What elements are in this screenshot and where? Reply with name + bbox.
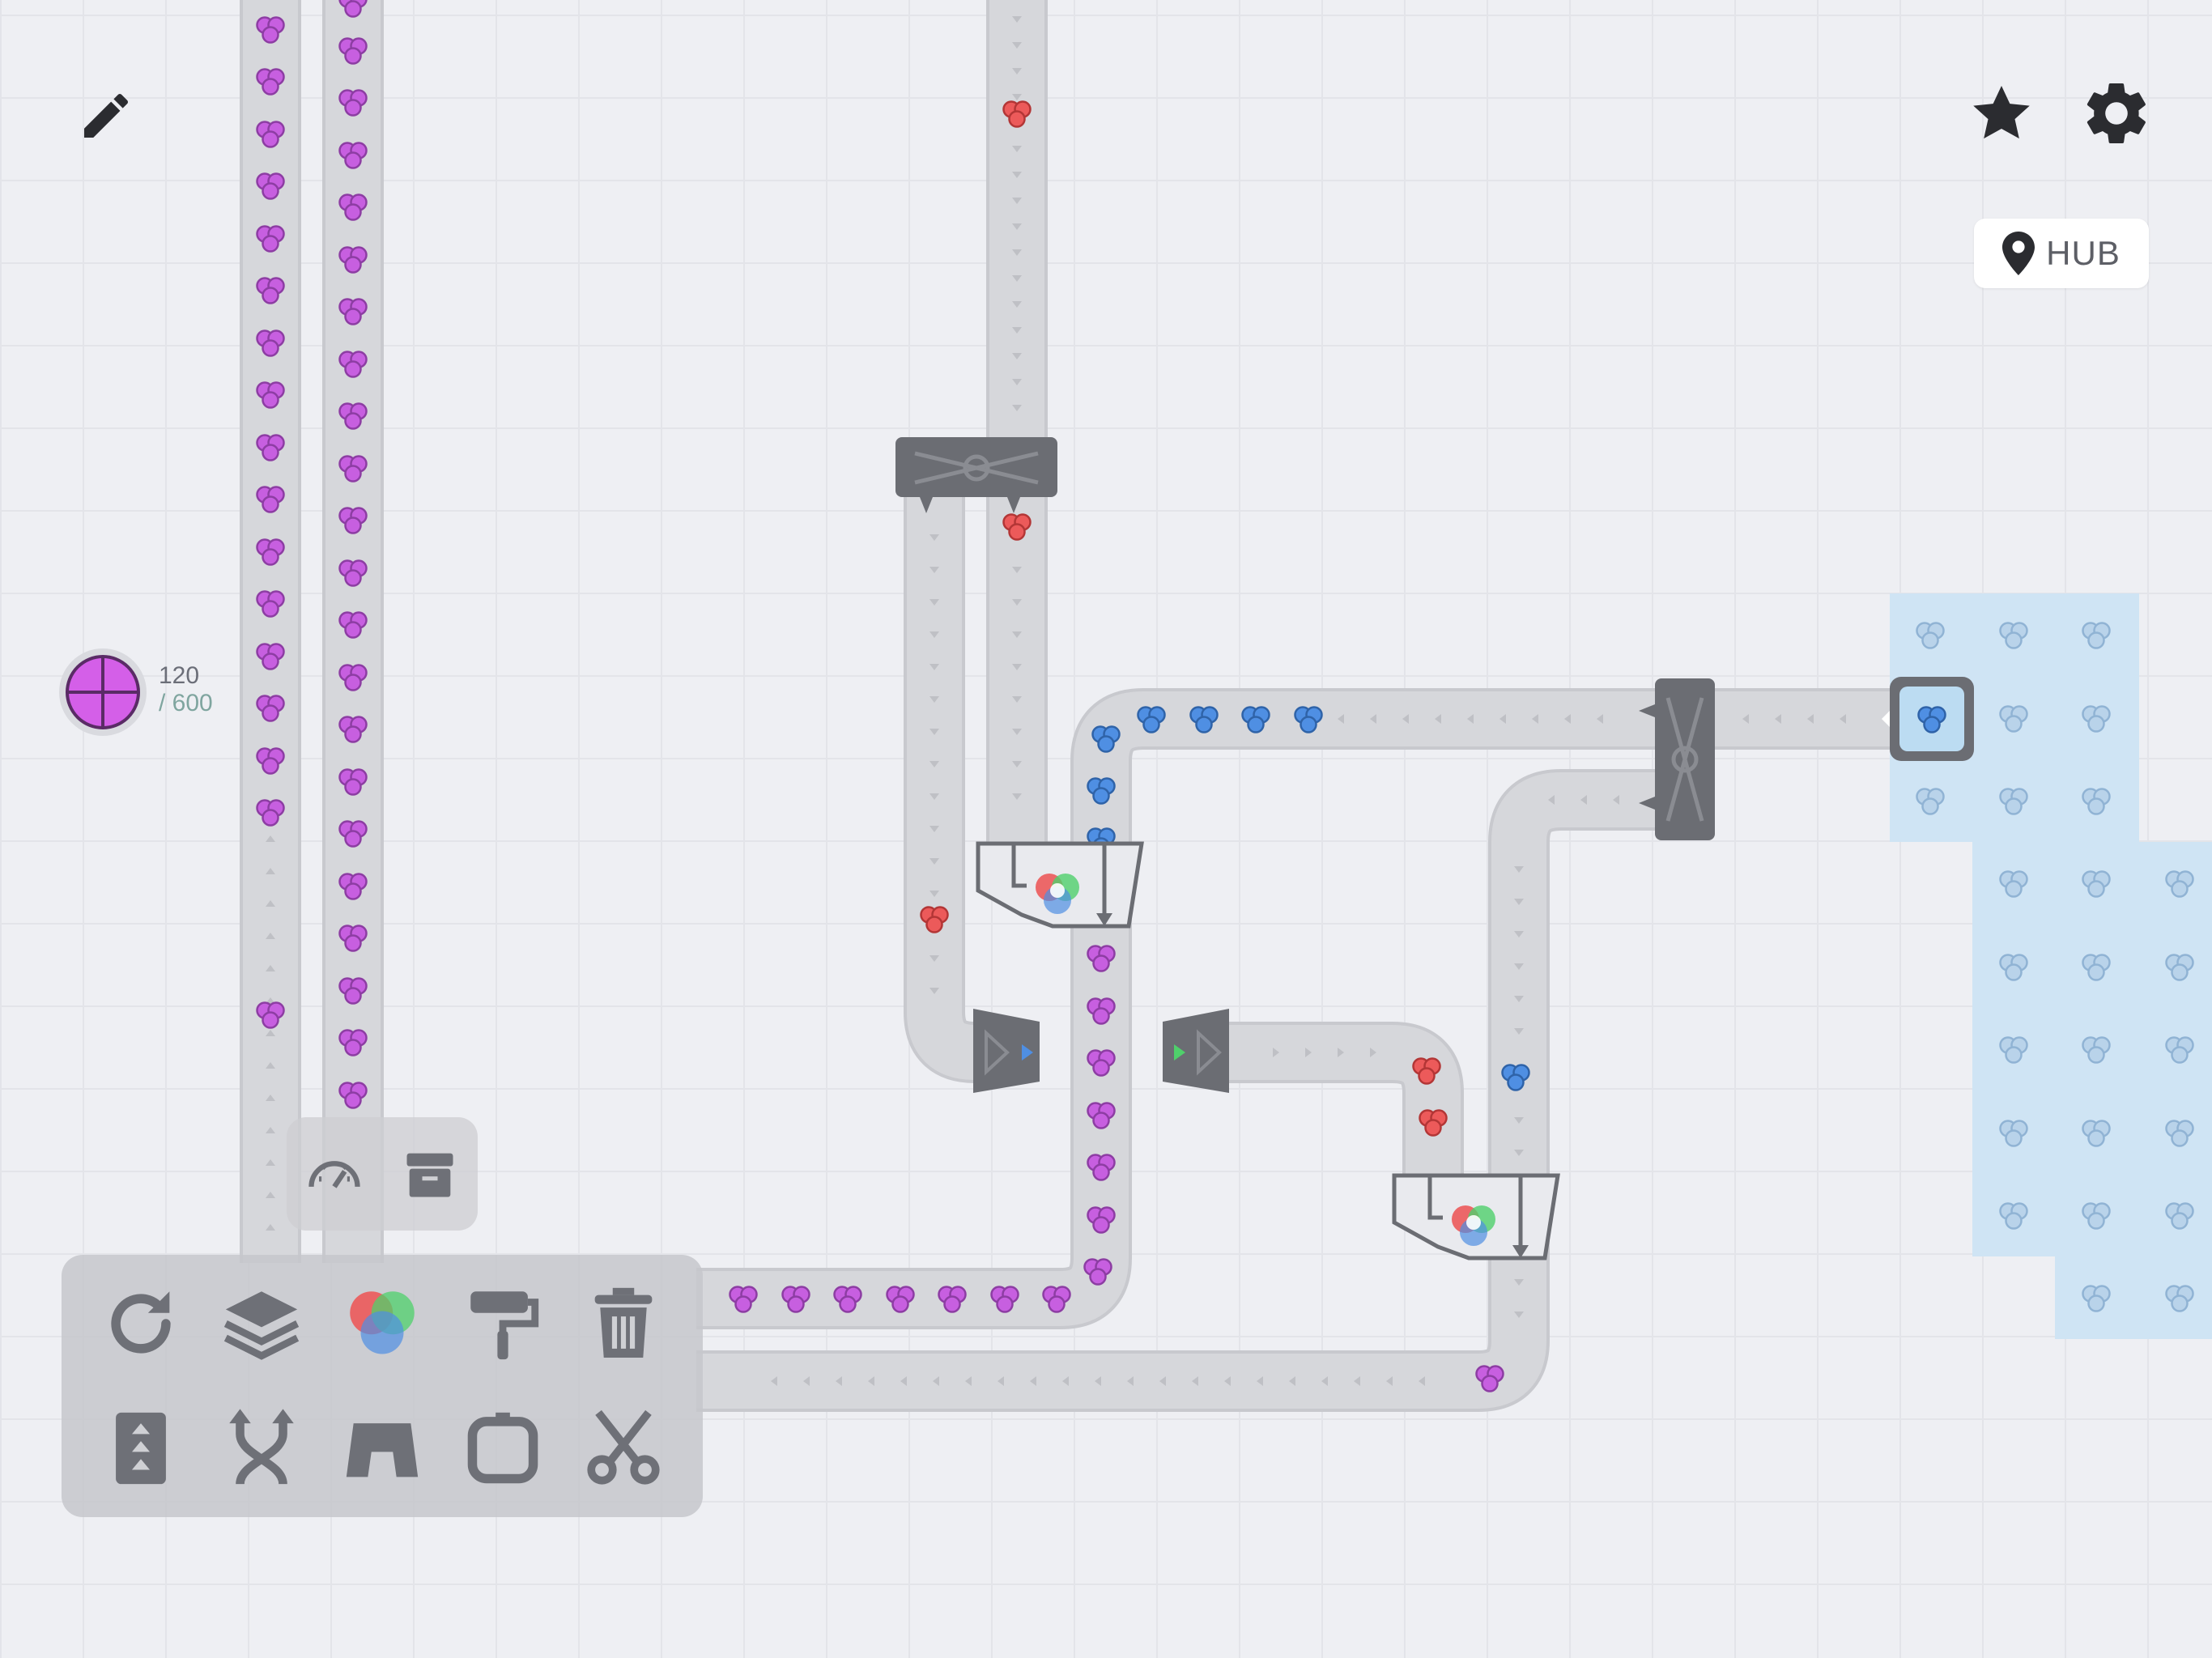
rotate-icon: [111, 1291, 172, 1354]
speed-button[interactable]: [304, 1143, 365, 1205]
layers-icon: [224, 1291, 300, 1360]
archive-button[interactable]: [399, 1143, 461, 1205]
pencil-icon: [84, 93, 129, 138]
edit-button[interactable]: [71, 81, 141, 151]
color-mixer-1[interactable]: [976, 841, 1144, 929]
delete-tool[interactable]: [563, 1261, 683, 1386]
crossing-icon: [229, 1409, 294, 1486]
trash-icon: [594, 1287, 652, 1358]
gear-icon: [2087, 83, 2146, 143]
tunnel-entrance[interactable]: [973, 1009, 1040, 1093]
shape-extractor[interactable]: [1882, 677, 1974, 761]
color-mixer-2[interactable]: [1392, 1173, 1560, 1261]
tunnel-tool[interactable]: [322, 1386, 443, 1511]
map-pin-icon: [2002, 232, 2035, 275]
conveyor-belts[interactable]: [240, 0, 1890, 1412]
color-mixer-tool[interactable]: [322, 1261, 443, 1386]
frame-tool[interactable]: [442, 1386, 563, 1511]
star-icon: [1973, 85, 2030, 139]
speedometer-icon: [308, 1161, 360, 1188]
rotate-tool[interactable]: [81, 1261, 202, 1386]
goal-current-count: 120: [159, 662, 200, 689]
hub-label: HUB: [2046, 234, 2121, 272]
quick-actions-panel: [287, 1117, 478, 1231]
goal-shape-icon: [59, 648, 147, 736]
layers-tool[interactable]: [202, 1261, 322, 1386]
level-goal: 120 / 600: [58, 648, 236, 737]
goal-required-count: / 600: [159, 690, 213, 716]
tunnel-icon: [346, 1423, 419, 1477]
star-button[interactable]: [1963, 74, 2040, 152]
archive-icon: [406, 1153, 453, 1197]
scissors-icon: [586, 1409, 660, 1485]
paint-tool[interactable]: [442, 1261, 563, 1386]
build-toolbar: [62, 1255, 703, 1517]
tunnel-exit[interactable]: [1163, 1009, 1229, 1093]
settings-button[interactable]: [2078, 74, 2155, 152]
cut-tool[interactable]: [563, 1386, 683, 1511]
crossing-tool[interactable]: [202, 1386, 322, 1511]
belt-lift-icon: [116, 1412, 167, 1485]
hub-button[interactable]: HUB: [1974, 219, 2149, 288]
frame-icon: [467, 1412, 538, 1484]
belt-lift-tool[interactable]: [81, 1386, 202, 1511]
paint-roller-icon: [470, 1291, 538, 1360]
color-mixer-icon: [350, 1291, 415, 1354]
